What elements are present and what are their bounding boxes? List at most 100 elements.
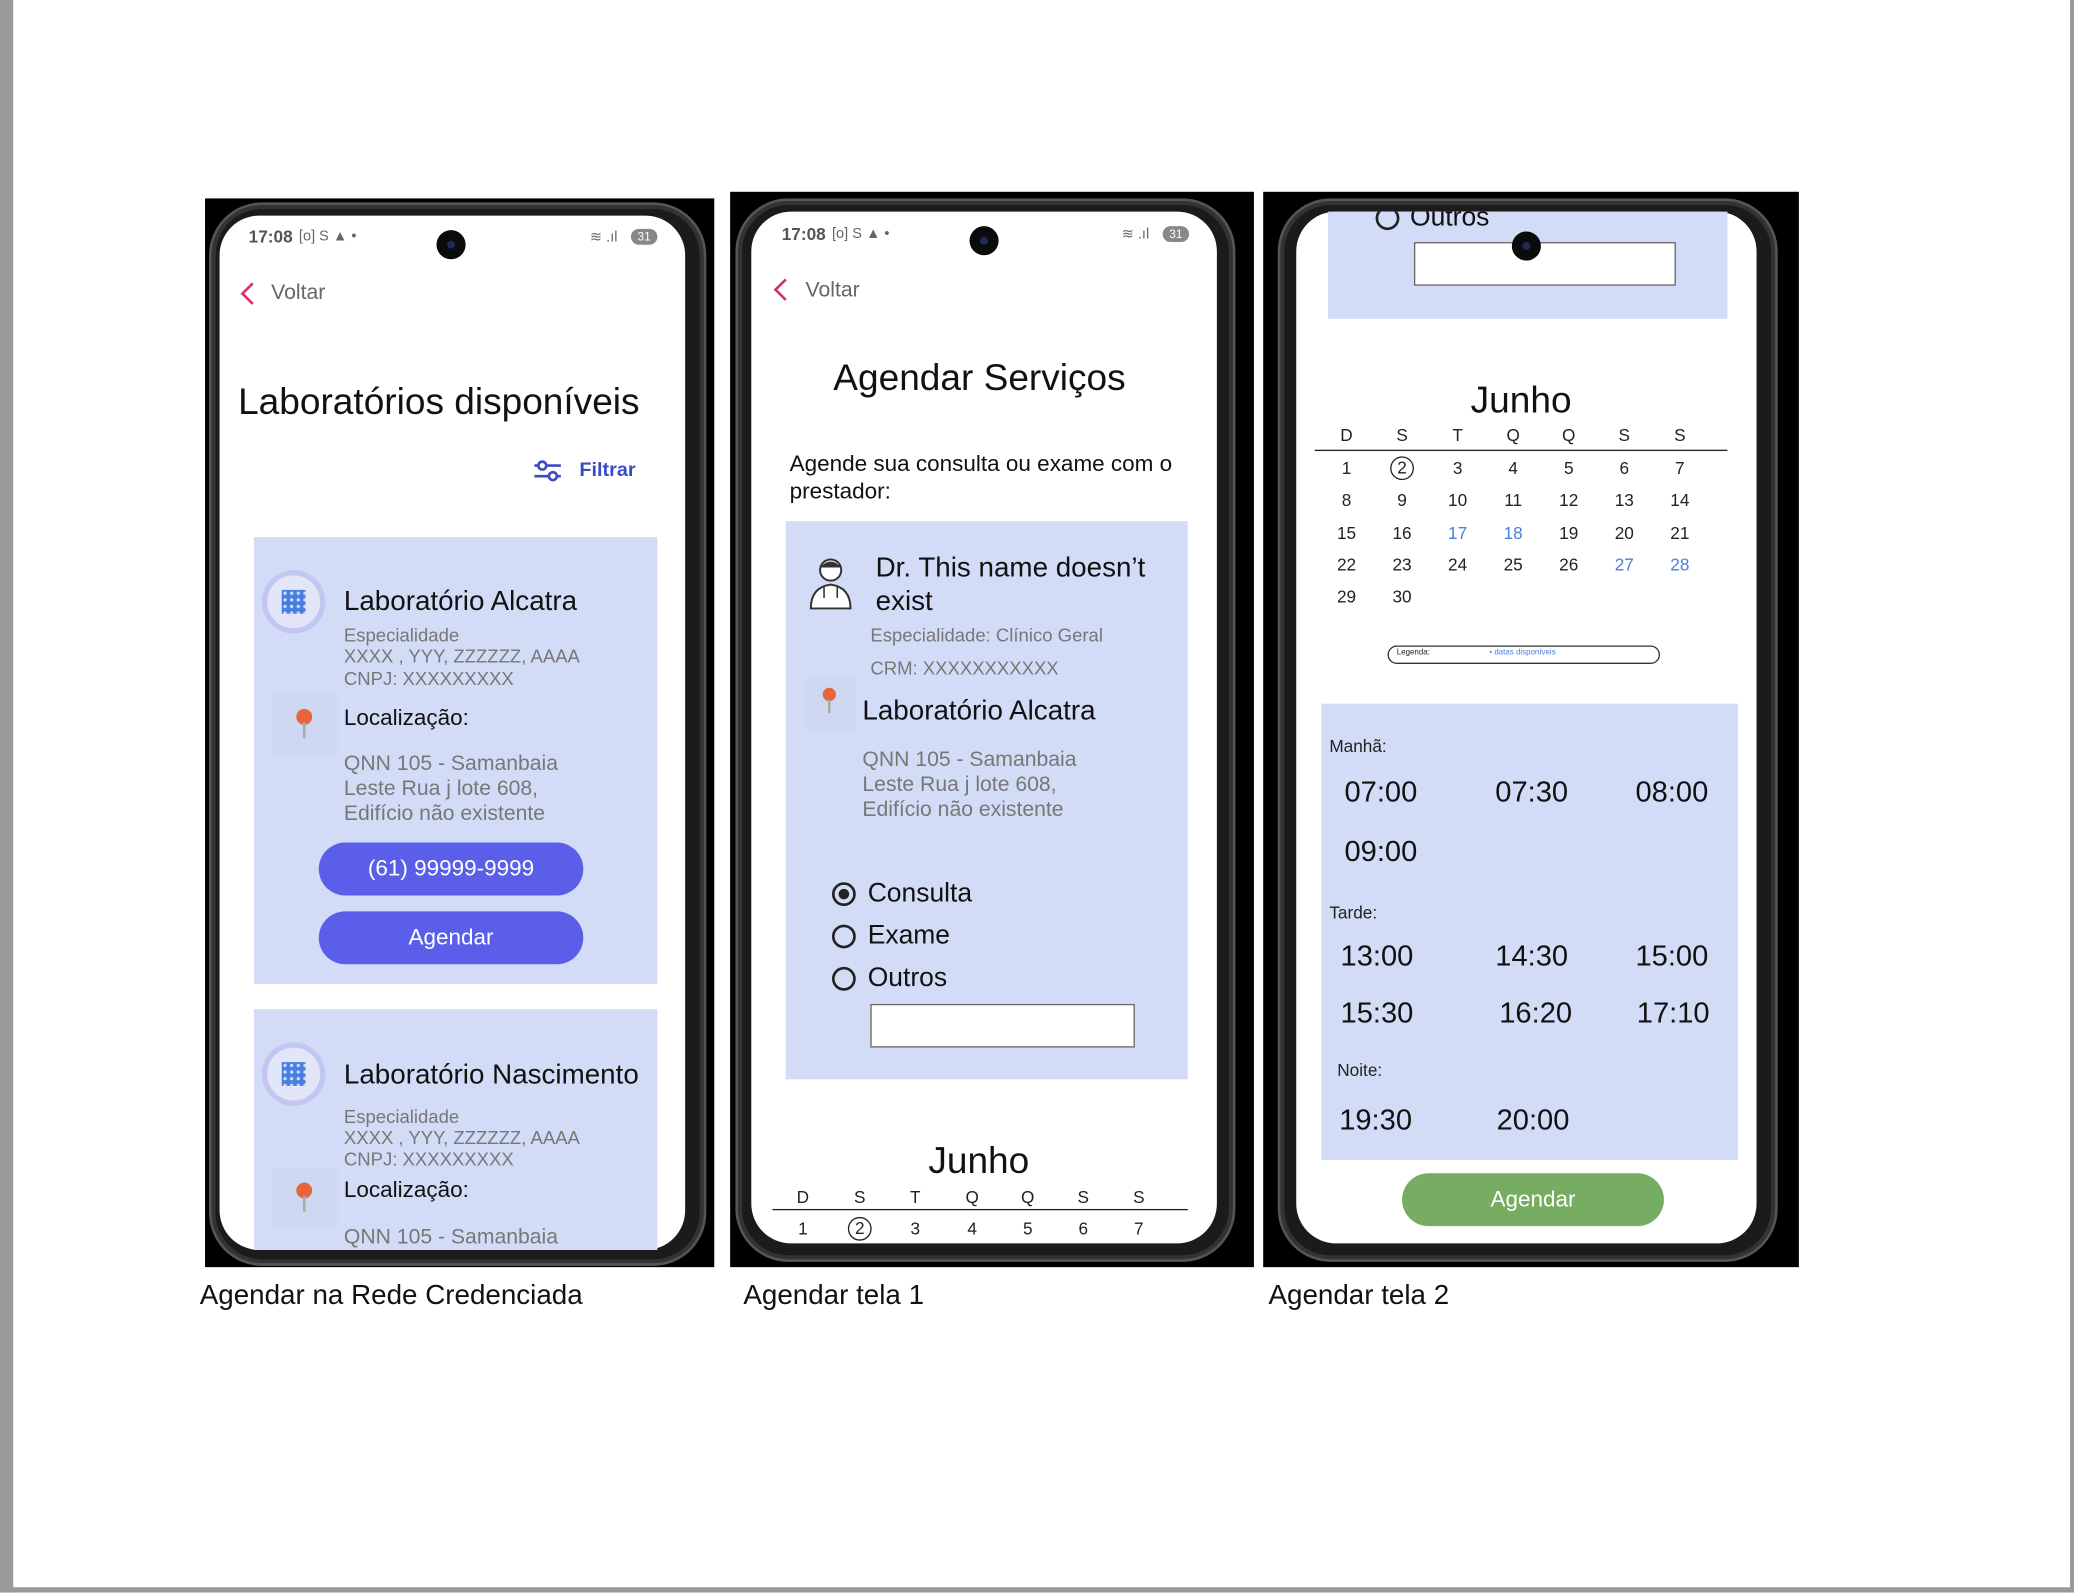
- calendar-day[interactable]: 11: [1504, 490, 1522, 510]
- calendar-day[interactable]: 19: [1559, 523, 1578, 543]
- calendar-day[interactable]: 18: [1504, 523, 1523, 543]
- screen-laboratorios: 17:08 [o] S ▲ • ≋ .ıl 31 Voltar Laborató…: [205, 198, 714, 1250]
- calendar-day[interactable]: 14: [1670, 490, 1689, 510]
- calendar-day[interactable]: 6: [1079, 1219, 1089, 1239]
- address-line: QNN 105 - Samanbaia: [343, 752, 558, 776]
- weekday-header: Q: [1506, 425, 1520, 446]
- back-button[interactable]: Voltar: [806, 279, 860, 303]
- calendar-day[interactable]: 25: [1504, 555, 1523, 575]
- lab-avatar: [261, 1042, 326, 1106]
- radio-label[interactable]: Outros: [1410, 212, 1489, 234]
- calendar-day[interactable]: 13: [1615, 490, 1634, 510]
- time-slot[interactable]: 15:30: [1341, 996, 1414, 1030]
- back-chevron-icon[interactable]: [773, 278, 797, 301]
- calendar-day[interactable]: 30: [1392, 587, 1411, 607]
- calendar-day[interactable]: 2: [1390, 456, 1414, 481]
- calendar-day[interactable]: 9: [1397, 490, 1407, 510]
- time-slot[interactable]: 19:30: [1339, 1103, 1412, 1137]
- calendar-day[interactable]: 21: [1670, 523, 1689, 543]
- weekday-header: Q: [1562, 425, 1576, 446]
- lab-specialty-label: Especialidade: [343, 624, 460, 646]
- calendar-day[interactable]: 20: [1615, 523, 1634, 543]
- radio-label[interactable]: Outros: [868, 964, 947, 994]
- calendar-day[interactable]: 27: [1615, 555, 1634, 575]
- confirm-schedule-button[interactable]: Agendar: [1402, 1173, 1664, 1227]
- lab-specialties: XXXX , YYY, ZZZZZZ, AAAA: [343, 645, 580, 667]
- calendar-day[interactable]: 16: [1392, 523, 1411, 543]
- weekday-header: S: [1618, 425, 1631, 446]
- calendar-day[interactable]: 17: [1448, 523, 1467, 543]
- calendar-day[interactable]: 23: [1392, 555, 1411, 575]
- calendar-divider: [1314, 449, 1728, 452]
- calendar-day[interactable]: 6: [1619, 458, 1629, 478]
- calendar-day[interactable]: 1: [1342, 458, 1352, 478]
- radio-exame[interactable]: [831, 924, 856, 949]
- lab-cnpj: CNPJ: XXXXXXXXX: [343, 1148, 514, 1170]
- time-slot[interactable]: 16:20: [1499, 996, 1572, 1030]
- calendar-day[interactable]: 2: [847, 1216, 872, 1241]
- radio-outros[interactable]: [831, 966, 856, 991]
- other-service-input[interactable]: [1413, 242, 1676, 286]
- calendar-day[interactable]: 12: [1559, 490, 1578, 510]
- time-slot[interactable]: 14:30: [1495, 939, 1568, 973]
- weekday-header: S: [1077, 1187, 1090, 1207]
- lab-specialty-label: Especialidade: [343, 1105, 460, 1127]
- other-service-input[interactable]: [870, 1003, 1135, 1048]
- legend-item: • datas disponíveis: [1489, 649, 1556, 658]
- battery-icon: 31: [630, 228, 658, 245]
- weekday-header: D: [796, 1187, 810, 1207]
- time-slot[interactable]: 15:00: [1635, 939, 1708, 973]
- calendar-day[interactable]: 4: [1508, 458, 1518, 478]
- calendar-day[interactable]: 28: [1670, 555, 1689, 575]
- back-button[interactable]: Voltar: [271, 282, 325, 306]
- weekday-header: S: [1674, 425, 1686, 446]
- phone-button[interactable]: (61) 99999-9999: [318, 842, 584, 896]
- time-slot[interactable]: 07:30: [1495, 775, 1568, 809]
- camera-icon: [969, 226, 999, 256]
- time-slot[interactable]: 20:00: [1497, 1103, 1570, 1137]
- status-icons: [o] S ▲ •: [831, 226, 890, 243]
- time-slot[interactable]: 07:00: [1344, 775, 1417, 809]
- time-slot[interactable]: 13:00: [1341, 939, 1414, 973]
- calendar-day[interactable]: 7: [1134, 1219, 1144, 1239]
- filter-icon[interactable]: [533, 459, 562, 483]
- calendar-day[interactable]: 29: [1337, 587, 1356, 607]
- calendar-day[interactable]: 5: [1023, 1219, 1033, 1239]
- time-slot[interactable]: 09:00: [1344, 835, 1417, 869]
- signal-icon: ≋ .ıl: [1121, 226, 1150, 243]
- lab-specialties: XXXX , YYY, ZZZZZZ, AAAA: [343, 1126, 580, 1149]
- calendar-day[interactable]: 3: [1453, 458, 1463, 478]
- caption-screen-3: Agendar tela 2: [1268, 1280, 1450, 1311]
- time-slot[interactable]: 08:00: [1635, 775, 1708, 809]
- calendar-day[interactable]: 8: [1342, 490, 1352, 510]
- back-chevron-icon[interactable]: [240, 282, 264, 305]
- page-title: Agendar Serviços: [833, 357, 1126, 399]
- calendar-day[interactable]: 26: [1559, 555, 1578, 575]
- doctor-specialty: Especialidade: Clínico Geral: [870, 624, 1103, 646]
- schedule-button[interactable]: Agendar: [318, 911, 584, 965]
- time-slots-card: [1321, 703, 1739, 1161]
- calendar-day[interactable]: 1: [798, 1219, 808, 1239]
- radio-consulta[interactable]: [831, 882, 856, 907]
- lab-name: Laboratório Alcatra: [862, 695, 1096, 727]
- lab-avatar: [261, 570, 326, 634]
- weekday-header: Q: [1021, 1187, 1035, 1207]
- radio-label[interactable]: Consulta: [868, 879, 972, 909]
- filter-button[interactable]: Filtrar: [579, 459, 635, 481]
- location-label: Localização:: [343, 704, 469, 731]
- calendar-day[interactable]: 5: [1564, 458, 1574, 478]
- time-slot[interactable]: 17:10: [1637, 996, 1710, 1030]
- calendar-day[interactable]: 10: [1448, 490, 1467, 510]
- doctor-name: exist: [875, 585, 933, 617]
- calendar-day[interactable]: 24: [1448, 555, 1467, 575]
- radio-label[interactable]: Exame: [868, 921, 950, 951]
- calendar-day[interactable]: 22: [1337, 555, 1356, 575]
- intro-text: prestador:: [789, 478, 891, 504]
- calendar-day[interactable]: 4: [967, 1219, 977, 1239]
- weekday-header: Q: [965, 1187, 979, 1207]
- building-icon: [281, 1062, 306, 1086]
- calendar-day[interactable]: 3: [911, 1219, 921, 1239]
- calendar-day[interactable]: 15: [1337, 523, 1356, 543]
- address-line: QNN 105 - Samanbaia: [862, 748, 1077, 772]
- calendar-day[interactable]: 7: [1675, 458, 1685, 478]
